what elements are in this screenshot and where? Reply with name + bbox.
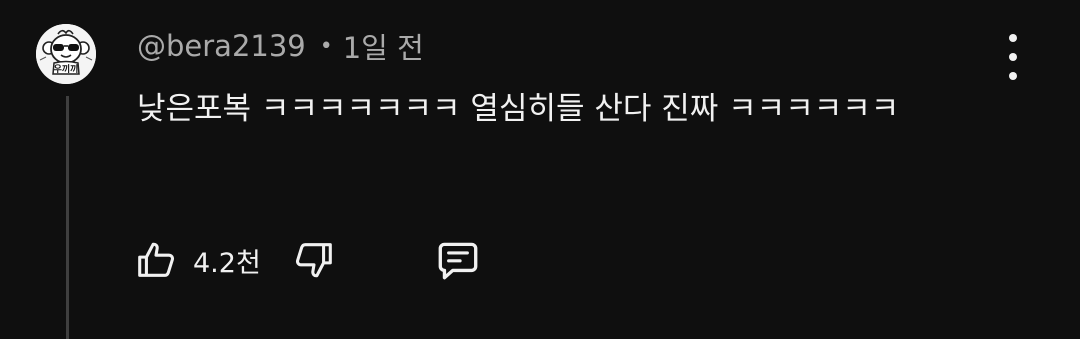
more-options-button[interactable] bbox=[996, 34, 1030, 80]
monkey-avatar-icon: 우끼끼 bbox=[36, 24, 96, 84]
avatar[interactable]: 우끼끼 bbox=[36, 24, 96, 84]
thumbs-down-icon bbox=[295, 243, 332, 278]
avatar-signature-text: 우끼끼 bbox=[54, 63, 79, 75]
comment-text: 낮은포복 ㅋㅋㅋㅋㅋㅋㅋ 열심히들 산다 진짜 ㅋㅋㅋㅋㅋㅋ bbox=[137, 91, 900, 127]
reply-thread-line bbox=[66, 96, 69, 339]
comment-actions: 4.2천 bbox=[133, 236, 483, 284]
separator-dot: • bbox=[319, 33, 333, 59]
reply-button[interactable] bbox=[433, 235, 483, 285]
thumbs-up-icon bbox=[138, 242, 175, 277]
like-count: 4.2천 bbox=[193, 247, 261, 279]
more-vert-icon-dot bbox=[1009, 53, 1017, 61]
more-vert-icon-dot bbox=[1009, 72, 1017, 80]
more-vert-icon-dot bbox=[1009, 34, 1017, 42]
like-button[interactable] bbox=[133, 237, 179, 283]
comment-icon bbox=[438, 242, 478, 280]
comment-timestamp[interactable]: 1일 전 bbox=[343, 25, 424, 67]
author-handle[interactable]: @bera2139 bbox=[137, 29, 306, 63]
comment-header: @bera2139 • 1일 전 bbox=[137, 26, 424, 66]
dislike-button[interactable] bbox=[291, 237, 337, 283]
